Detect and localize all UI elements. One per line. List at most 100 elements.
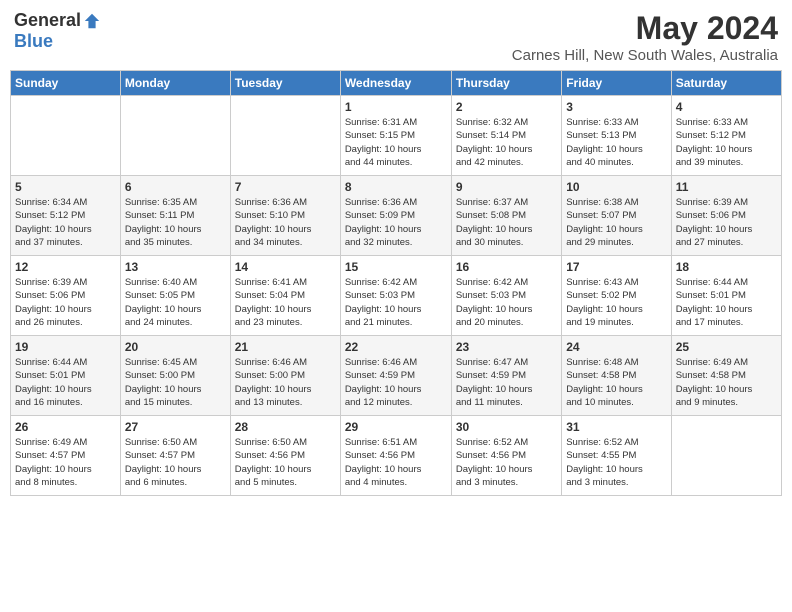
- day-number: 10: [566, 180, 666, 194]
- day-info: Sunrise: 6:46 AM Sunset: 5:00 PM Dayligh…: [235, 356, 336, 409]
- calendar-cell: 2 Sunrise: 6:32 AM Sunset: 5:14 PM Daylig…: [451, 96, 561, 176]
- calendar-cell: 24 Sunrise: 6:48 AM Sunset: 4:58 PM Dayli…: [562, 336, 671, 416]
- day-info: Sunrise: 6:42 AM Sunset: 5:03 PM Dayligh…: [456, 276, 557, 329]
- calendar-cell: 12 Sunrise: 6:39 AM Sunset: 5:06 PM Dayli…: [11, 256, 121, 336]
- day-info: Sunrise: 6:50 AM Sunset: 4:57 PM Dayligh…: [125, 436, 226, 489]
- calendar-cell: 19Sunrise: 6:44 AM Sunset: 5:01 PM Dayli…: [11, 336, 121, 416]
- calendar-header-friday: Friday: [562, 71, 671, 96]
- day-info: Sunrise: 6:37 AM Sunset: 5:08 PM Dayligh…: [456, 196, 557, 249]
- day-number: 11: [676, 180, 777, 194]
- day-number: 25: [676, 340, 777, 354]
- day-info: Sunrise: 6:41 AM Sunset: 5:04 PM Dayligh…: [235, 276, 336, 329]
- day-number: 17: [566, 260, 666, 274]
- day-info: Sunrise: 6:31 AM Sunset: 5:15 PM Dayligh…: [345, 116, 447, 169]
- page-header: General Blue May 2024 Carnes Hill, New S…: [10, 10, 782, 64]
- day-number: 23: [456, 340, 557, 354]
- day-info: Sunrise: 6:32 AM Sunset: 5:14 PM Dayligh…: [456, 116, 557, 169]
- calendar-week-row: 19Sunrise: 6:44 AM Sunset: 5:01 PM Dayli…: [11, 336, 782, 416]
- day-number: 16: [456, 260, 557, 274]
- calendar-header-wednesday: Wednesday: [340, 71, 451, 96]
- calendar-cell: 22 Sunrise: 6:46 AM Sunset: 4:59 PM Dayli…: [340, 336, 451, 416]
- day-info: Sunrise: 6:38 AM Sunset: 5:07 PM Dayligh…: [566, 196, 666, 249]
- day-number: 7: [235, 180, 336, 194]
- day-info: Sunrise: 6:44 AM Sunset: 5:01 PM Dayligh…: [15, 356, 116, 409]
- day-number: 6: [125, 180, 226, 194]
- calendar-header-sunday: Sunday: [11, 71, 121, 96]
- calendar-header-row: SundayMondayTuesdayWednesdayThursdayFrid…: [11, 71, 782, 96]
- day-info: Sunrise: 6:45 AM Sunset: 5:00 PM Dayligh…: [125, 356, 226, 409]
- title-block: May 2024 Carnes Hill, New South Wales, A…: [512, 10, 778, 64]
- day-number: 21: [235, 340, 336, 354]
- day-info: Sunrise: 6:35 AM Sunset: 5:11 PM Dayligh…: [125, 196, 226, 249]
- day-number: 5: [15, 180, 116, 194]
- calendar-cell: 17 Sunrise: 6:43 AM Sunset: 5:02 PM Dayli…: [562, 256, 671, 336]
- day-number: 26: [15, 420, 116, 434]
- location-subtitle: Carnes Hill, New South Wales, Australia: [512, 47, 778, 64]
- calendar-cell: 11Sunrise: 6:39 AM Sunset: 5:06 PM Dayli…: [671, 176, 781, 256]
- calendar-week-row: 12 Sunrise: 6:39 AM Sunset: 5:06 PM Dayli…: [11, 256, 782, 336]
- calendar-cell: 21 Sunrise: 6:46 AM Sunset: 5:00 PM Dayli…: [230, 336, 340, 416]
- day-info: Sunrise: 6:46 AM Sunset: 4:59 PM Dayligh…: [345, 356, 447, 409]
- day-info: Sunrise: 6:33 AM Sunset: 5:12 PM Dayligh…: [676, 116, 777, 169]
- calendar-cell: 13Sunrise: 6:40 AM Sunset: 5:05 PM Dayli…: [120, 256, 230, 336]
- calendar-header-tuesday: Tuesday: [230, 71, 340, 96]
- day-info: Sunrise: 6:33 AM Sunset: 5:13 PM Dayligh…: [566, 116, 666, 169]
- calendar-cell: 10 Sunrise: 6:38 AM Sunset: 5:07 PM Dayli…: [562, 176, 671, 256]
- day-number: 13: [125, 260, 226, 274]
- day-number: 4: [676, 100, 777, 114]
- day-info: Sunrise: 6:48 AM Sunset: 4:58 PM Dayligh…: [566, 356, 666, 409]
- calendar-cell: 8 Sunrise: 6:36 AM Sunset: 5:09 PM Daylig…: [340, 176, 451, 256]
- logo-general-text: General: [14, 10, 81, 31]
- day-number: 2: [456, 100, 557, 114]
- calendar-cell: 25 Sunrise: 6:49 AM Sunset: 4:58 PM Dayli…: [671, 336, 781, 416]
- calendar-header-saturday: Saturday: [671, 71, 781, 96]
- calendar-cell: 15Sunrise: 6:42 AM Sunset: 5:03 PM Dayli…: [340, 256, 451, 336]
- day-info: Sunrise: 6:52 AM Sunset: 4:56 PM Dayligh…: [456, 436, 557, 489]
- day-number: 9: [456, 180, 557, 194]
- calendar-cell: 6 Sunrise: 6:35 AM Sunset: 5:11 PM Daylig…: [120, 176, 230, 256]
- calendar-header-monday: Monday: [120, 71, 230, 96]
- logo-icon: [83, 12, 101, 30]
- calendar-table: SundayMondayTuesdayWednesdayThursdayFrid…: [10, 70, 782, 496]
- day-number: 14: [235, 260, 336, 274]
- calendar-cell: 27Sunrise: 6:50 AM Sunset: 4:57 PM Dayli…: [120, 416, 230, 496]
- calendar-cell: 9 Sunrise: 6:37 AM Sunset: 5:08 PM Daylig…: [451, 176, 561, 256]
- calendar-cell: 20 Sunrise: 6:45 AM Sunset: 5:00 PM Dayli…: [120, 336, 230, 416]
- day-number: 30: [456, 420, 557, 434]
- calendar-cell: 23 Sunrise: 6:47 AM Sunset: 4:59 PM Dayli…: [451, 336, 561, 416]
- calendar-cell: 31 Sunrise: 6:52 AM Sunset: 4:55 PM Dayli…: [562, 416, 671, 496]
- day-number: 12: [15, 260, 116, 274]
- day-info: Sunrise: 6:39 AM Sunset: 5:06 PM Dayligh…: [15, 276, 116, 329]
- calendar-cell: [671, 416, 781, 496]
- day-number: 1: [345, 100, 447, 114]
- calendar-header-thursday: Thursday: [451, 71, 561, 96]
- day-info: Sunrise: 6:50 AM Sunset: 4:56 PM Dayligh…: [235, 436, 336, 489]
- day-info: Sunrise: 6:34 AM Sunset: 5:12 PM Dayligh…: [15, 196, 116, 249]
- calendar-cell: 26 Sunrise: 6:49 AM Sunset: 4:57 PM Dayli…: [11, 416, 121, 496]
- day-info: Sunrise: 6:43 AM Sunset: 5:02 PM Dayligh…: [566, 276, 666, 329]
- day-info: Sunrise: 6:49 AM Sunset: 4:58 PM Dayligh…: [676, 356, 777, 409]
- calendar-week-row: 26 Sunrise: 6:49 AM Sunset: 4:57 PM Dayli…: [11, 416, 782, 496]
- day-info: Sunrise: 6:36 AM Sunset: 5:09 PM Dayligh…: [345, 196, 447, 249]
- calendar-cell: 1 Sunrise: 6:31 AM Sunset: 5:15 PM Daylig…: [340, 96, 451, 176]
- day-info: Sunrise: 6:47 AM Sunset: 4:59 PM Dayligh…: [456, 356, 557, 409]
- day-number: 28: [235, 420, 336, 434]
- calendar-cell: 5 Sunrise: 6:34 AM Sunset: 5:12 PM Daylig…: [11, 176, 121, 256]
- day-number: 31: [566, 420, 666, 434]
- day-info: Sunrise: 6:52 AM Sunset: 4:55 PM Dayligh…: [566, 436, 666, 489]
- day-number: 24: [566, 340, 666, 354]
- day-info: Sunrise: 6:51 AM Sunset: 4:56 PM Dayligh…: [345, 436, 447, 489]
- day-info: Sunrise: 6:44 AM Sunset: 5:01 PM Dayligh…: [676, 276, 777, 329]
- day-number: 15: [345, 260, 447, 274]
- calendar-cell: 30 Sunrise: 6:52 AM Sunset: 4:56 PM Dayli…: [451, 416, 561, 496]
- day-info: Sunrise: 6:49 AM Sunset: 4:57 PM Dayligh…: [15, 436, 116, 489]
- day-number: 20: [125, 340, 226, 354]
- day-info: Sunrise: 6:36 AM Sunset: 5:10 PM Dayligh…: [235, 196, 336, 249]
- day-number: 22: [345, 340, 447, 354]
- calendar-cell: 4 Sunrise: 6:33 AM Sunset: 5:12 PM Daylig…: [671, 96, 781, 176]
- calendar-cell: 18Sunrise: 6:44 AM Sunset: 5:01 PM Dayli…: [671, 256, 781, 336]
- logo: General Blue: [14, 10, 101, 52]
- day-number: 8: [345, 180, 447, 194]
- calendar-week-row: 1 Sunrise: 6:31 AM Sunset: 5:15 PM Daylig…: [11, 96, 782, 176]
- logo-blue-text: Blue: [14, 31, 53, 52]
